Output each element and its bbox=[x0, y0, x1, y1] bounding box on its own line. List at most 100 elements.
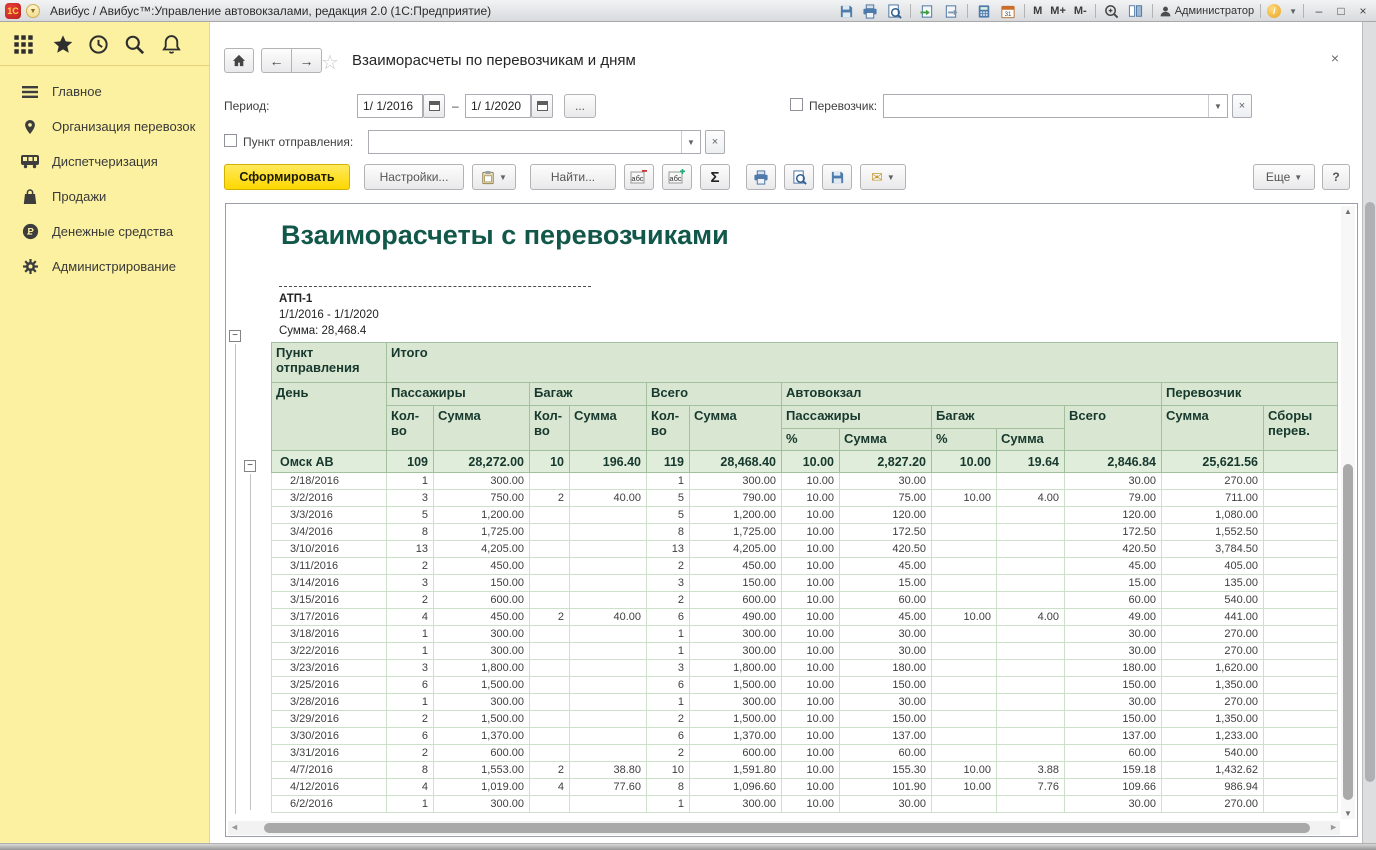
scroll-up-icon[interactable]: ▲ bbox=[1344, 207, 1352, 216]
calendar-icon[interactable]: 31 bbox=[998, 2, 1018, 20]
scroll-right-icon[interactable]: ► bbox=[1329, 822, 1338, 832]
maximize-button[interactable]: □ bbox=[1332, 4, 1350, 18]
settings-button[interactable]: Настройки... bbox=[364, 164, 464, 190]
collapse-group-atp1-button[interactable]: − bbox=[229, 330, 241, 342]
sidebar-item-administrirovanie[interactable]: Администрирование bbox=[0, 249, 210, 284]
sidebar-item-organizaciya-perevozok[interactable]: Организация перевозок bbox=[0, 109, 210, 144]
print-icon[interactable] bbox=[860, 2, 880, 20]
scroll-down-icon[interactable]: ▼ bbox=[1344, 809, 1352, 818]
carrier-checkbox[interactable] bbox=[790, 98, 803, 111]
vertical-scrollbar-thumb[interactable] bbox=[1343, 464, 1353, 800]
table-cell: 15.00 bbox=[840, 575, 932, 592]
sidebar-item-dispetcherizaciya[interactable]: Диспетчеризация bbox=[0, 144, 210, 179]
vertical-scrollbar[interactable]: ▲ ▼ bbox=[1341, 206, 1355, 819]
tree-line bbox=[250, 474, 251, 810]
system-menu-button[interactable]: ▼ bbox=[26, 4, 40, 18]
search-icon[interactable] bbox=[124, 34, 145, 55]
table-cell: 2 bbox=[530, 490, 570, 507]
table-cell bbox=[530, 694, 570, 711]
expand-groups-button[interactable]: абс bbox=[662, 164, 692, 190]
column-header: Кол-во bbox=[647, 406, 690, 451]
table-cell bbox=[530, 473, 570, 490]
table-cell bbox=[1264, 451, 1338, 473]
table-cell bbox=[1264, 490, 1338, 507]
table-cell: 1 bbox=[387, 796, 434, 813]
zoom-in-icon[interactable] bbox=[1102, 2, 1122, 20]
scroll-left-icon[interactable]: ◄ bbox=[230, 822, 239, 832]
table-cell: 10.00 bbox=[932, 779, 997, 796]
carrier-clear-button[interactable]: × bbox=[1232, 94, 1252, 118]
table-cell: 300.00 bbox=[690, 796, 782, 813]
table-cell: 450.00 bbox=[690, 558, 782, 575]
send-mail-button[interactable]: ✉ ▼ bbox=[860, 164, 906, 190]
date-to-input[interactable]: 1/ 1/2020 bbox=[465, 94, 531, 118]
history-nav-group: ← → bbox=[262, 48, 322, 73]
preview-button[interactable] bbox=[784, 164, 814, 190]
departure-clear-button[interactable]: × bbox=[705, 130, 725, 154]
collapse-groups-button[interactable]: абс bbox=[624, 164, 654, 190]
current-user[interactable]: Администратор bbox=[1159, 5, 1254, 18]
save-report-button[interactable] bbox=[822, 164, 852, 190]
horizontal-scrollbar[interactable]: ◄ ► bbox=[228, 821, 1340, 835]
date-to-calendar-button[interactable] bbox=[531, 94, 553, 118]
info-icon[interactable]: i bbox=[1267, 4, 1281, 18]
favorite-star-icon[interactable]: ☆ bbox=[321, 50, 339, 75]
table-row: 2/18/20161300.001300.0010.0030.0030.0027… bbox=[272, 473, 1338, 490]
date-from-calendar-button[interactable] bbox=[423, 94, 445, 118]
print-preview-icon[interactable] bbox=[884, 2, 904, 20]
window-scrollbar-thumb[interactable] bbox=[1365, 202, 1375, 782]
collapse-group-omsk-button[interactable]: − bbox=[244, 460, 256, 472]
history-icon[interactable] bbox=[88, 34, 109, 55]
table-cell: 2 bbox=[387, 592, 434, 609]
memory-subtract-button[interactable]: М- bbox=[1072, 5, 1089, 17]
table-cell: 30.00 bbox=[1065, 796, 1162, 813]
date-from-input[interactable]: 1/ 1/2016 bbox=[357, 94, 423, 118]
generate-button[interactable]: Сформировать bbox=[224, 164, 350, 190]
departure-input[interactable]: ▼ bbox=[368, 130, 701, 154]
save-icon[interactable] bbox=[836, 2, 856, 20]
column-header: День bbox=[272, 383, 387, 451]
close-form-button[interactable]: × bbox=[1331, 50, 1339, 66]
window-vertical-scrollbar[interactable] bbox=[1362, 22, 1376, 843]
find-button[interactable]: Найти... bbox=[530, 164, 616, 190]
table-cell: 3 bbox=[387, 575, 434, 592]
chevron-down-icon[interactable]: ▼ bbox=[681, 131, 700, 153]
split-panel-icon[interactable] bbox=[1126, 2, 1146, 20]
report-period: 1/1/2016 - 1/1/2020 bbox=[279, 309, 379, 321]
more-button[interactable]: Еще ▼ bbox=[1253, 164, 1315, 190]
close-window-button[interactable]: × bbox=[1354, 4, 1372, 18]
notifications-bell-icon[interactable] bbox=[161, 34, 182, 55]
minimize-button[interactable]: – bbox=[1310, 4, 1328, 18]
home-button[interactable] bbox=[224, 48, 254, 73]
sidebar-item-prodazhi[interactable]: Продажи bbox=[0, 179, 210, 214]
back-button[interactable]: ← bbox=[261, 48, 292, 73]
horizontal-scrollbar-thumb[interactable] bbox=[264, 823, 1310, 833]
favorites-star-icon[interactable] bbox=[52, 34, 74, 55]
sidebar-item-denezhnye-sredstva[interactable]: Р Денежные средства bbox=[0, 214, 210, 249]
departure-checkbox[interactable] bbox=[224, 134, 237, 147]
forward-button[interactable]: → bbox=[291, 48, 322, 73]
help-button[interactable]: ? bbox=[1322, 164, 1350, 190]
memory-recall-button[interactable]: М bbox=[1031, 5, 1044, 17]
calculator-icon[interactable] bbox=[974, 2, 994, 20]
paste-variant-button[interactable]: ▼ bbox=[472, 164, 516, 190]
apps-grid-icon[interactable] bbox=[13, 34, 34, 55]
table-cell bbox=[997, 558, 1065, 575]
export-icon[interactable] bbox=[941, 2, 961, 20]
table-cell: 441.00 bbox=[1162, 609, 1264, 626]
table-cell bbox=[1264, 575, 1338, 592]
carrier-input[interactable]: ▼ bbox=[883, 94, 1228, 118]
chevron-down-icon[interactable]: ▼ bbox=[1208, 95, 1227, 117]
sum-button[interactable]: Σ bbox=[700, 164, 730, 190]
table-cell: 2 bbox=[530, 762, 570, 779]
print-button[interactable] bbox=[746, 164, 776, 190]
table-cell bbox=[1264, 728, 1338, 745]
memory-add-button[interactable]: М+ bbox=[1048, 5, 1068, 17]
info-dropdown-icon[interactable]: ▼ bbox=[1289, 7, 1297, 16]
table-cell: 300.00 bbox=[690, 626, 782, 643]
period-more-button[interactable]: ... bbox=[564, 94, 596, 118]
sidebar-item-glavnoe[interactable]: Главное bbox=[0, 74, 210, 109]
import-icon[interactable] bbox=[917, 2, 937, 20]
table-cell: 2 bbox=[647, 745, 690, 762]
table-cell: 4,205.00 bbox=[690, 541, 782, 558]
